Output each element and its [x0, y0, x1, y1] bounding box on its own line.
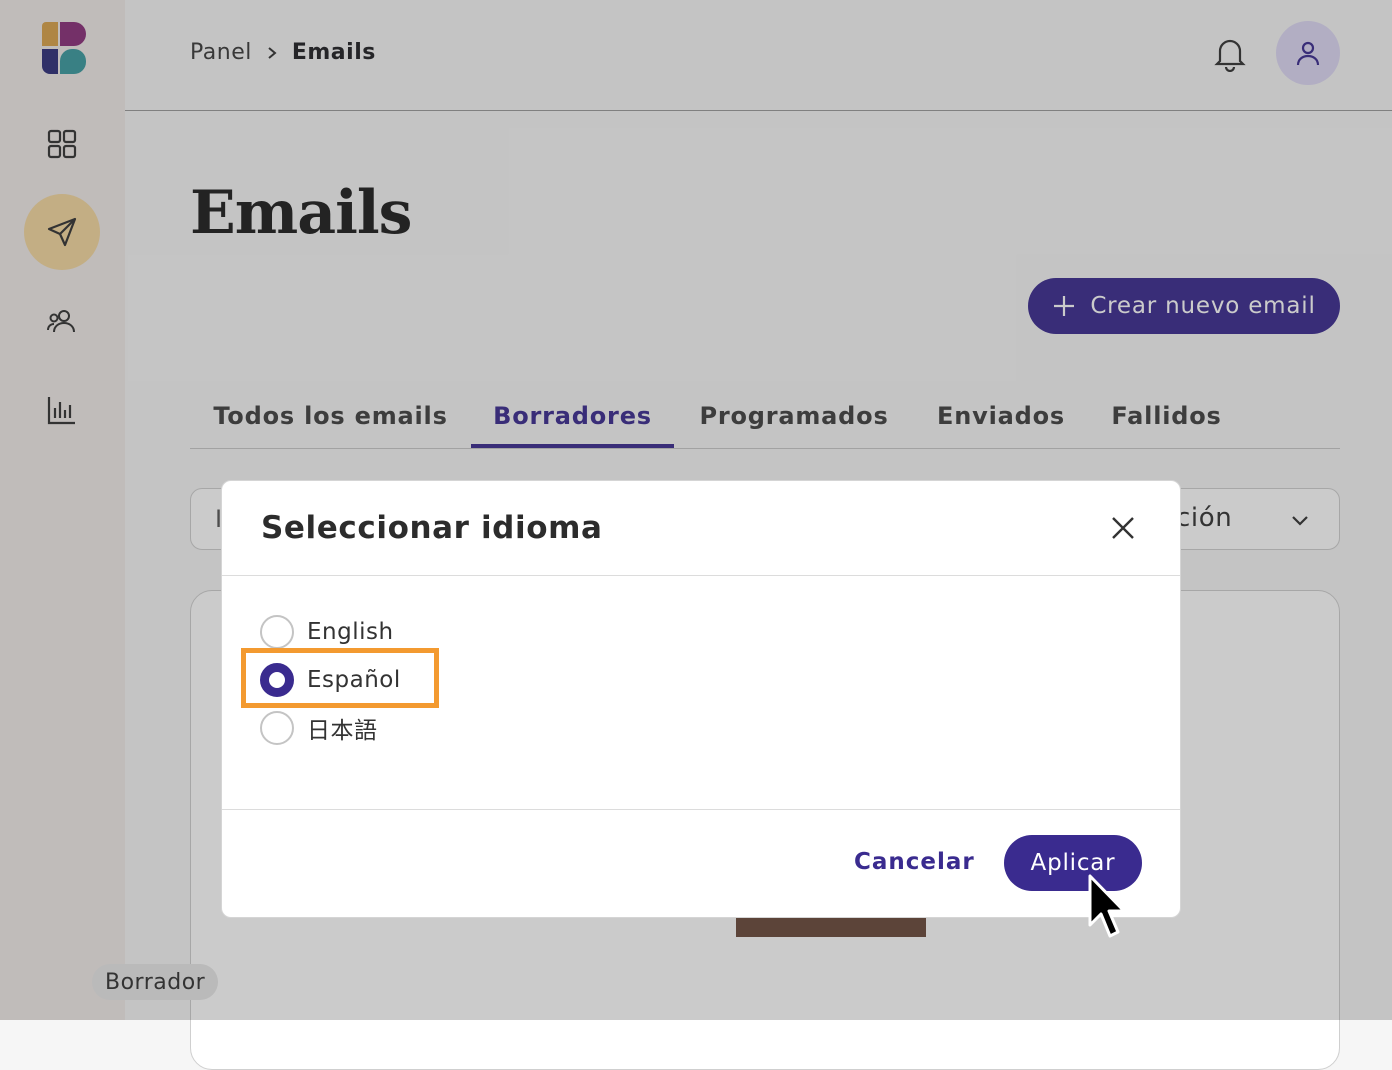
option-japanese[interactable]: 日本語 [260, 710, 378, 746]
radio-japanese[interactable] [260, 711, 294, 745]
option-english[interactable]: English [260, 614, 394, 650]
language-dialog: Seleccionar idioma English Español 日本語 C… [221, 480, 1181, 918]
close-icon[interactable] [1110, 515, 1136, 541]
dialog-header: Seleccionar idioma [222, 481, 1180, 576]
dialog-title: Seleccionar idioma [261, 510, 603, 546]
cursor-icon [1088, 874, 1126, 938]
cancel-button[interactable]: Cancelar [854, 849, 975, 875]
selection-highlight [241, 648, 439, 708]
option-label: 日本語 [307, 718, 378, 744]
dialog-divider [222, 809, 1180, 810]
option-label: English [307, 619, 394, 645]
radio-english[interactable] [260, 615, 294, 649]
